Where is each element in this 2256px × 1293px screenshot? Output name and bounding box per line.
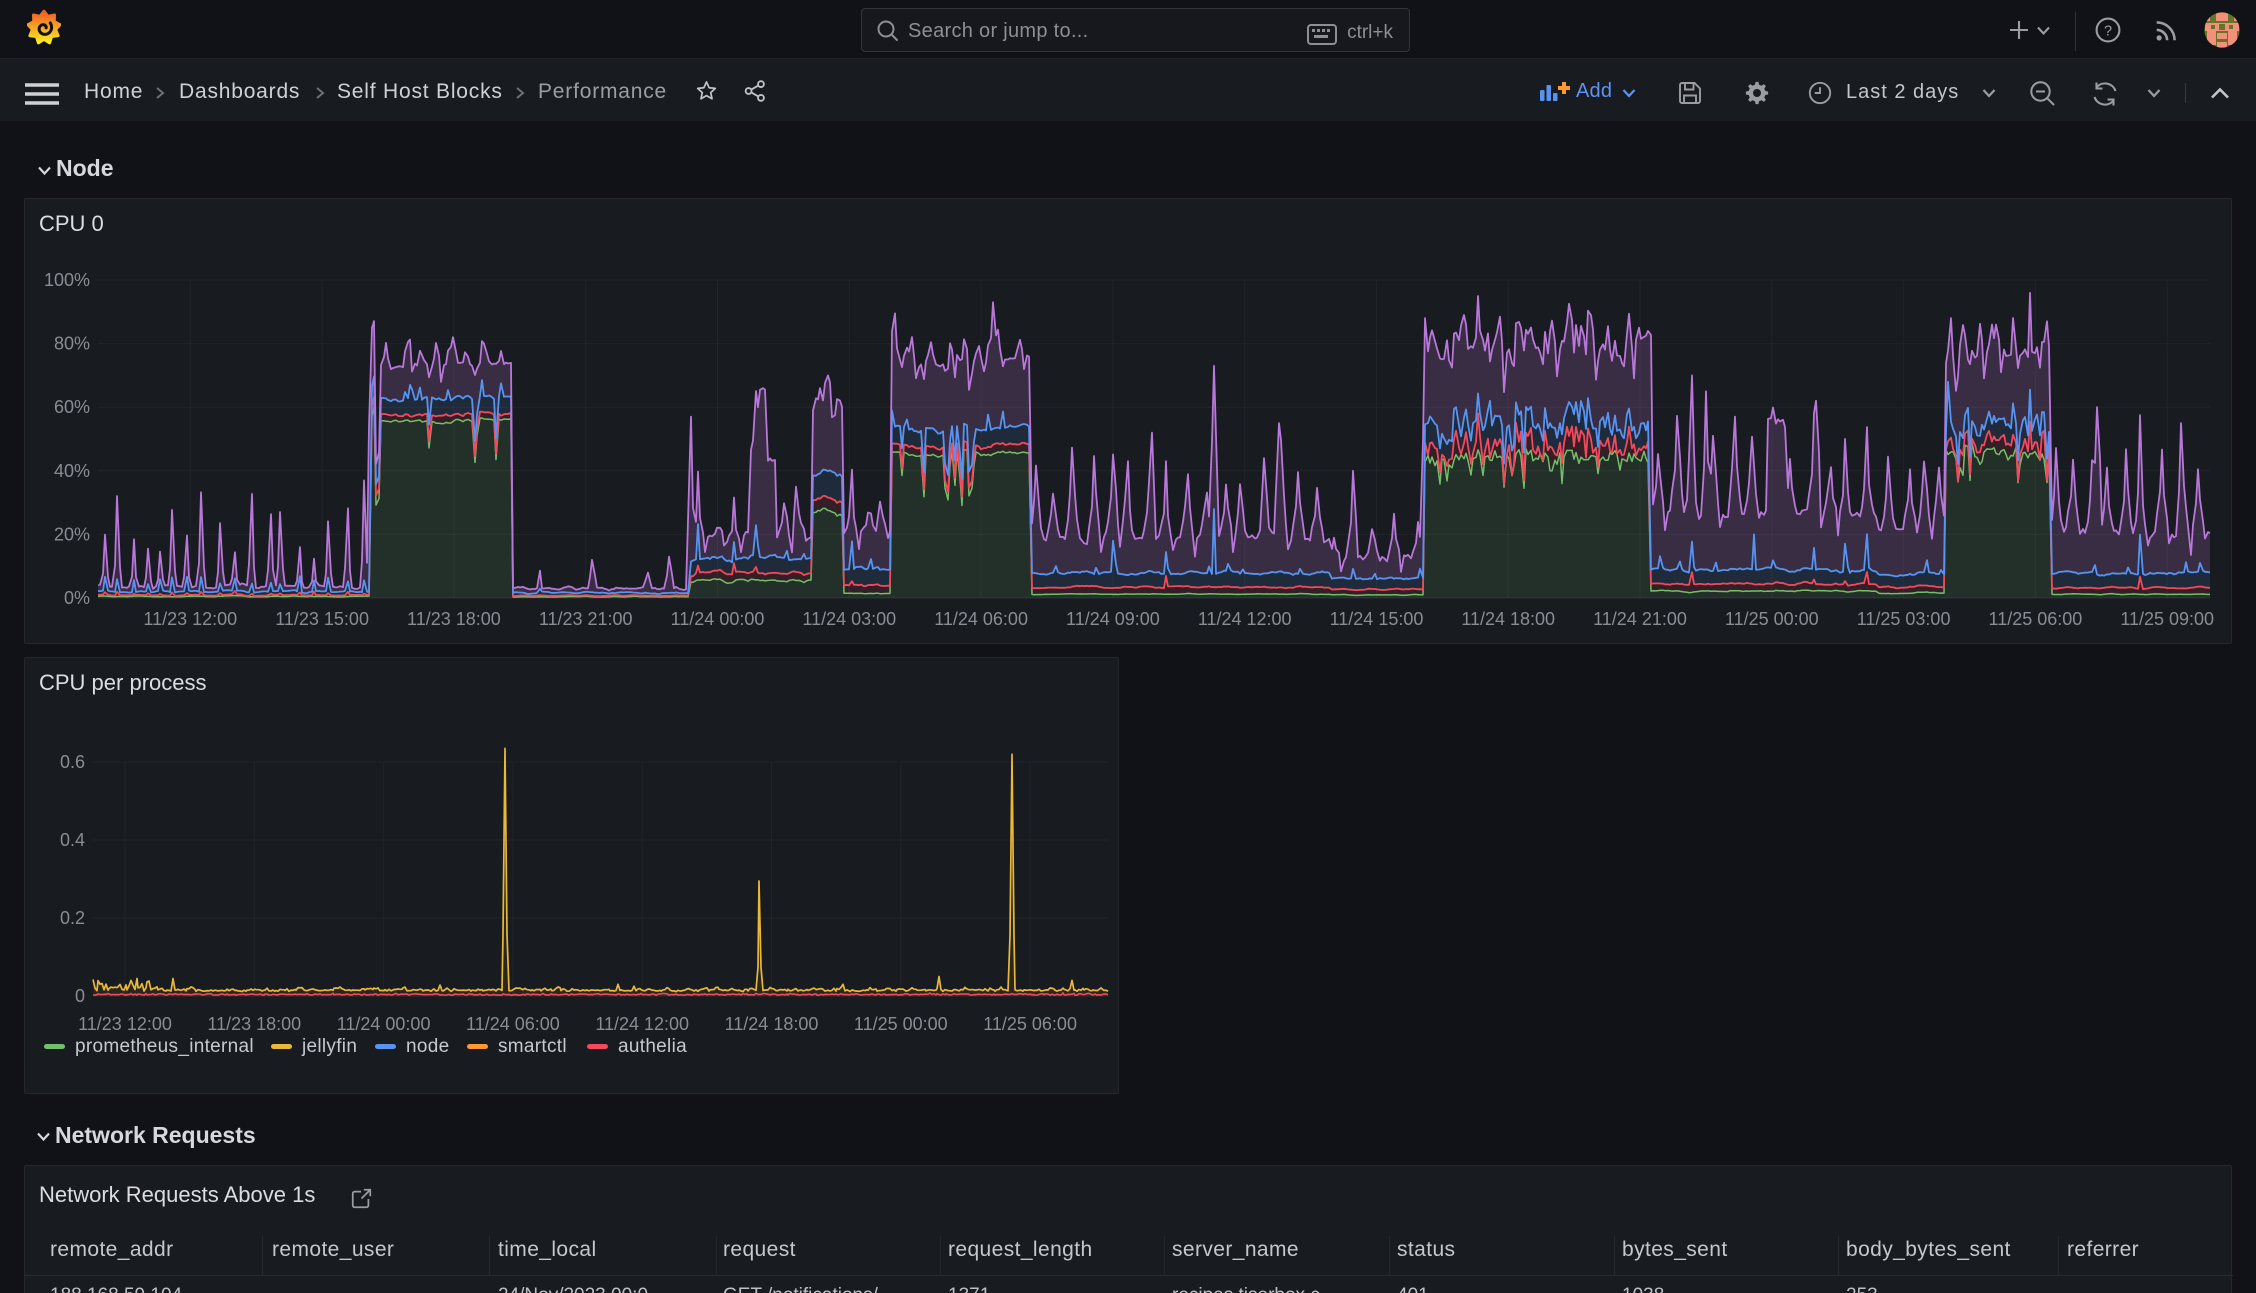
svg-text:11/24 06:00: 11/24 06:00 xyxy=(934,609,1028,629)
svg-text:11/24 12:00: 11/24 12:00 xyxy=(595,1014,689,1034)
svg-text:11/23 15:00: 11/23 15:00 xyxy=(275,609,369,629)
svg-text:11/24 00:00: 11/24 00:00 xyxy=(337,1014,431,1034)
svg-text:11/23 12:00: 11/23 12:00 xyxy=(143,609,237,629)
svg-text:11/23 12:00: 11/23 12:00 xyxy=(78,1014,172,1034)
svg-text:11/23 18:00: 11/23 18:00 xyxy=(407,609,501,629)
svg-text:11/23 21:00: 11/23 21:00 xyxy=(539,609,633,629)
svg-text:0.6: 0.6 xyxy=(60,752,85,772)
svg-text:11/25 06:00: 11/25 06:00 xyxy=(983,1014,1077,1034)
svg-text:11/24 09:00: 11/24 09:00 xyxy=(1066,609,1160,629)
svg-text:60%: 60% xyxy=(54,397,90,417)
svg-text:11/24 03:00: 11/24 03:00 xyxy=(802,609,896,629)
svg-text:11/24 12:00: 11/24 12:00 xyxy=(1198,609,1292,629)
svg-text:0: 0 xyxy=(75,986,85,1006)
svg-text:20%: 20% xyxy=(54,524,90,544)
svg-text:0.2: 0.2 xyxy=(60,908,85,928)
svg-text:11/25 00:00: 11/25 00:00 xyxy=(854,1014,948,1034)
svg-text:11/24 15:00: 11/24 15:00 xyxy=(1330,609,1424,629)
svg-text:0%: 0% xyxy=(64,588,90,608)
svg-text:11/24 21:00: 11/24 21:00 xyxy=(1593,609,1687,629)
svg-text:11/25 09:00: 11/25 09:00 xyxy=(2120,609,2214,629)
svg-text:80%: 80% xyxy=(54,334,90,354)
svg-text:?: ? xyxy=(2104,24,2112,40)
svg-text:11/24 00:00: 11/24 00:00 xyxy=(671,609,765,629)
svg-text:11/25 06:00: 11/25 06:00 xyxy=(1989,609,2083,629)
svg-text:40%: 40% xyxy=(54,461,90,481)
svg-text:11/23 18:00: 11/23 18:00 xyxy=(207,1014,301,1034)
svg-text:0.4: 0.4 xyxy=(60,830,85,850)
svg-text:100%: 100% xyxy=(44,270,90,290)
svg-text:11/25 00:00: 11/25 00:00 xyxy=(1725,609,1819,629)
svg-text:11/24 18:00: 11/24 18:00 xyxy=(1461,609,1555,629)
svg-text:11/24 06:00: 11/24 06:00 xyxy=(466,1014,560,1034)
svg-text:11/24 18:00: 11/24 18:00 xyxy=(725,1014,819,1034)
svg-text:11/25 03:00: 11/25 03:00 xyxy=(1857,609,1951,629)
